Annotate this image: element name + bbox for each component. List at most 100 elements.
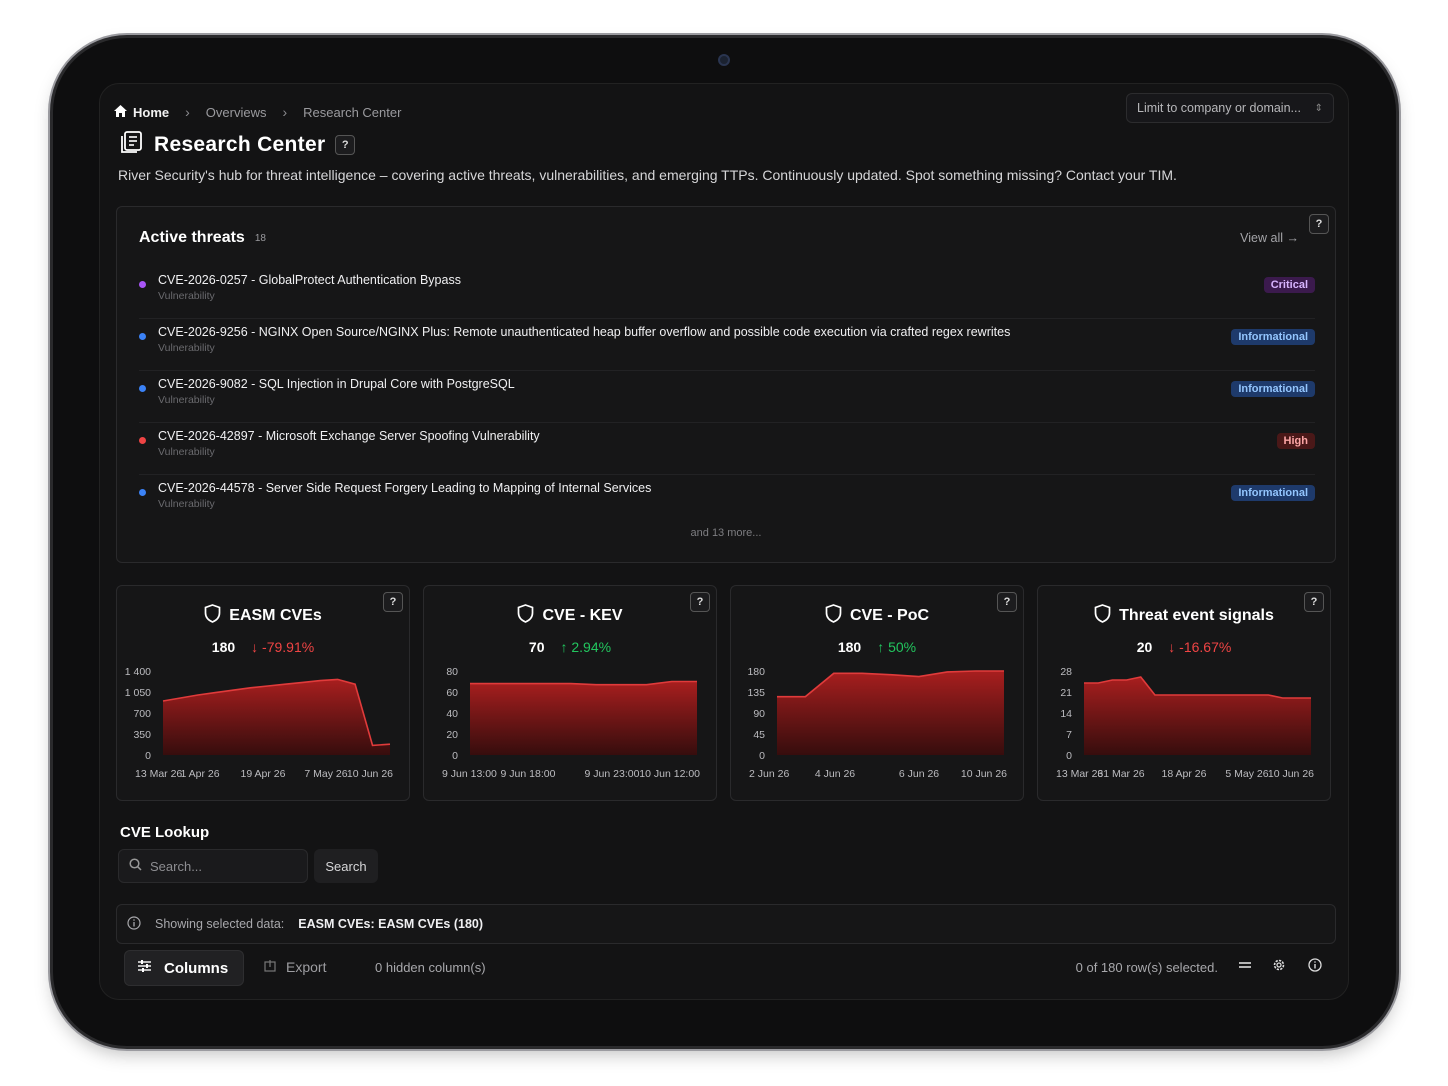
- metric-card[interactable]: ? EASM CVEs 180 ↓ -79.91% 1 400 1 050 700 350 0 1…: [116, 585, 410, 801]
- help-button[interactable]: ?: [1309, 214, 1329, 234]
- metric-card[interactable]: ? Threat event signals 20 ↓ -16.67% 28 21 14 7 0…: [1037, 585, 1331, 801]
- threat-type: Vulnerability: [158, 446, 215, 458]
- x-tick-label: 18 Apr 26: [1162, 768, 1207, 780]
- help-button[interactable]: ?: [335, 135, 356, 155]
- card-stat: 70 ↑ 2.94%: [424, 639, 716, 655]
- more-threats[interactable]: and 13 more...: [117, 527, 1335, 539]
- chevron-right-icon: ›: [282, 104, 288, 120]
- area-chart: 180 135 90 45 0 2 Jun 26 4 Jun 26 6 Jun 26 10 Ju…: [747, 666, 1007, 780]
- threat-type: Vulnerability: [158, 342, 215, 354]
- x-tick-label: 10 Jun 26: [961, 768, 1007, 780]
- severity-dot: [139, 333, 146, 340]
- sliders-icon: [137, 959, 152, 977]
- search-icon: [129, 858, 142, 874]
- threat-row[interactable]: CVE-2026-44578 - Server Side Request For…: [139, 475, 1315, 527]
- page-title: Research Center ?: [120, 130, 356, 160]
- threat-title: CVE-2026-44578 - Server Side Request For…: [158, 481, 652, 495]
- page-title-text: Research Center: [154, 133, 326, 156]
- card-title-text: CVE - PoC: [849, 607, 930, 624]
- series-area: [470, 681, 697, 755]
- threat-row[interactable]: CVE-2026-42897 - Microsoft Exchange Serv…: [139, 423, 1315, 475]
- x-tick-label: 2 Jun 26: [749, 768, 789, 780]
- card-stat: 20 ↓ -16.67%: [1038, 639, 1330, 655]
- series-area: [1084, 677, 1311, 755]
- x-tick-label: 13 Mar 26: [135, 768, 182, 780]
- trend-up-icon: ↑: [877, 639, 885, 655]
- area-chart: 1 400 1 050 700 350 0 13 Mar 261 Apr 26 19 Apr…: [125, 666, 393, 780]
- columns-label: Columns: [164, 959, 229, 977]
- metric-card[interactable]: ? CVE - PoC 180 ↑ 50% 180 135 90 45 0 2 Jun 26 4 J…: [730, 585, 1024, 801]
- card-change: ↓ -79.91%: [251, 639, 314, 655]
- density-icon[interactable]: [1238, 958, 1252, 976]
- breadcrumb: Home › Overviews › Research Center: [114, 104, 401, 120]
- breadcrumb-overviews[interactable]: Overviews: [206, 105, 267, 120]
- card-change-value: 50%: [888, 639, 917, 655]
- severity-badge: Informational: [1231, 329, 1315, 345]
- threat-type: Vulnerability: [158, 394, 215, 406]
- x-tick-label: 9 Jun 13:00: [442, 768, 497, 780]
- table-toolbar: Columns Export 0 hidden column(s) 0 of 1…: [124, 950, 1324, 988]
- active-threats-panel: Active threats 18 View all → ? CVE-2026-…: [116, 206, 1336, 563]
- threat-row[interactable]: CVE-2026-9082 - SQL Injection in Drupal …: [139, 371, 1315, 423]
- chevron-updown-icon: ⇕: [1314, 102, 1323, 114]
- export-button[interactable]: Export: [264, 959, 326, 975]
- y-tick-label: 40: [446, 708, 458, 720]
- card-change: ↓ -16.67%: [1168, 639, 1231, 655]
- trend-down-icon: ↓: [1168, 639, 1176, 655]
- card-title-text: CVE - KEV: [542, 607, 623, 624]
- x-tick-label: 10 Jun 26: [347, 768, 393, 780]
- card-title-text: EASM CVEs: [229, 607, 322, 624]
- y-tick-label: 0: [452, 750, 458, 762]
- y-tick-label: 45: [753, 729, 765, 741]
- breadcrumb-home-label: Home: [133, 104, 170, 120]
- severity-badge: Informational: [1231, 381, 1315, 397]
- chevron-right-icon: ›: [185, 104, 190, 120]
- x-tick-label: 19 Apr 26: [241, 768, 286, 780]
- metric-card[interactable]: ? CVE - KEV 70 ↑ 2.94% 80 60 40 20 0 9 Jun 13:00 9…: [423, 585, 717, 801]
- search-button[interactable]: Search: [314, 849, 378, 883]
- selected-data-value: EASM CVEs: EASM CVEs (180): [298, 917, 484, 931]
- card-change: ↑ 50%: [877, 639, 916, 655]
- breadcrumb-research-center[interactable]: Research Center: [303, 105, 401, 120]
- y-tick-label: 14: [1060, 708, 1072, 720]
- y-tick-label: 90: [753, 708, 765, 720]
- y-tick-label: 21: [1060, 687, 1072, 699]
- card-change-value: -79.91%: [262, 639, 315, 655]
- info-icon: [127, 915, 141, 933]
- x-tick-label: 7 May 26: [304, 768, 347, 780]
- view-all-link[interactable]: View all →: [1240, 231, 1299, 245]
- columns-button[interactable]: Columns: [124, 950, 244, 986]
- card-title: CVE - KEV: [424, 604, 716, 628]
- active-threats-count: 18: [254, 232, 266, 244]
- y-tick-label: 20: [446, 729, 458, 741]
- threat-row[interactable]: CVE-2026-9256 - NGINX Open Source/NGINX …: [139, 319, 1315, 371]
- card-stat: 180 ↑ 50%: [731, 639, 1023, 655]
- threat-title: CVE-2026-0257 - GlobalProtect Authentica…: [158, 273, 461, 287]
- y-tick-label: 80: [446, 666, 458, 678]
- gear-icon[interactable]: [1272, 958, 1286, 976]
- breadcrumb-home[interactable]: Home: [114, 104, 170, 120]
- hidden-columns-count: 0 hidden column(s): [375, 960, 486, 975]
- y-tick-label: 60: [446, 687, 458, 699]
- area-chart: 80 60 40 20 0 9 Jun 13:00 9 Jun 18:00 9 Jun 23:…: [442, 666, 700, 780]
- home-icon: [114, 104, 127, 120]
- y-tick-label: 7: [1066, 729, 1072, 741]
- card-change-value: -16.67%: [1179, 639, 1232, 655]
- severity-badge: Informational: [1231, 485, 1315, 501]
- threat-title: CVE-2026-42897 - Microsoft Exchange Serv…: [158, 429, 540, 443]
- app-screen: Home › Overviews › Research Center Limit…: [99, 83, 1349, 1000]
- severity-dot: [139, 281, 146, 288]
- threat-row[interactable]: CVE-2026-0257 - GlobalProtect Authentica…: [139, 267, 1315, 319]
- rows-selected-count: 0 of 180 row(s) selected.: [1075, 960, 1218, 975]
- card-change: ↑ 2.94%: [560, 639, 611, 655]
- info-icon[interactable]: [1308, 958, 1322, 976]
- card-title-text: Threat event signals: [1119, 607, 1274, 624]
- card-value: 180: [837, 639, 862, 655]
- y-tick-label: 135: [747, 687, 765, 699]
- camera: [718, 54, 730, 66]
- company-domain-select[interactable]: Limit to company or domain... ⇕: [1126, 93, 1334, 123]
- shield-icon: [517, 604, 534, 628]
- threat-title: CVE-2026-9082 - SQL Injection in Drupal …: [158, 377, 515, 391]
- cve-search-input[interactable]: Search...: [118, 849, 308, 883]
- selected-data-label: Showing selected data:: [155, 917, 285, 931]
